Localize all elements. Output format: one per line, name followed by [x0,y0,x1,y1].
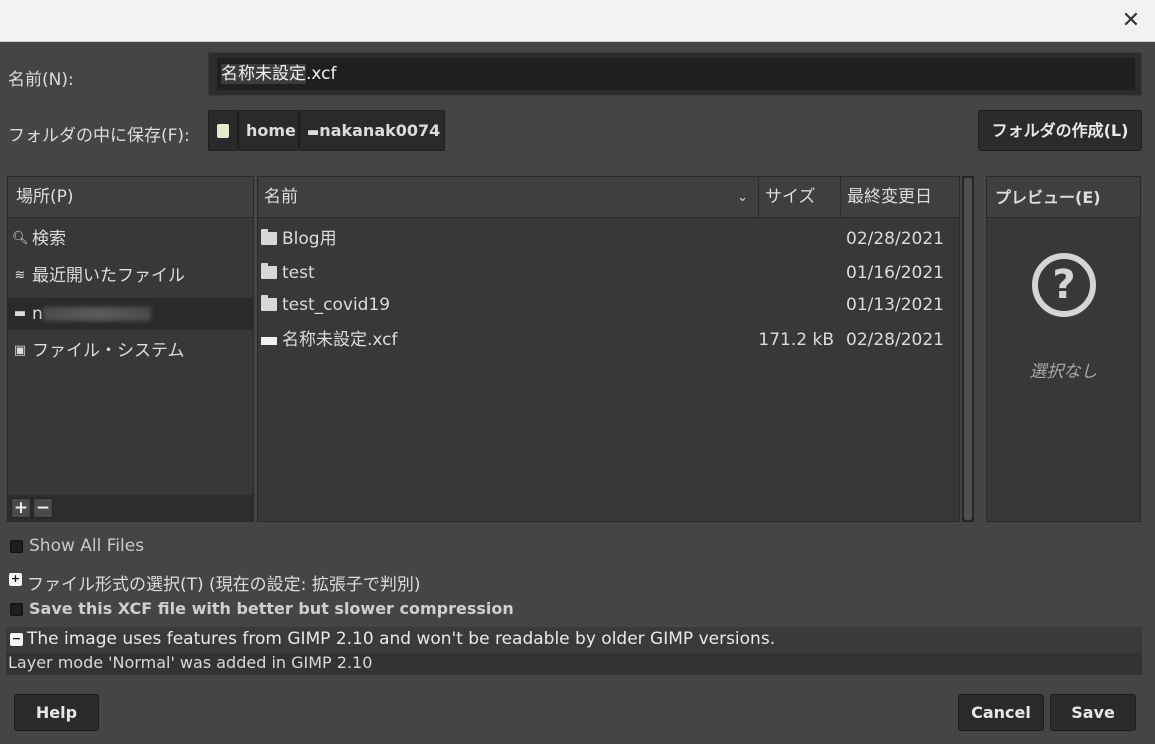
search-icon: 🔍︎ [12,231,29,246]
name-field-frame: 名称未設定.xcf [208,52,1142,96]
file-list-panel: 名前 ⌄ サイズ 最終変更日 Blog用 02/28/2021 test 01/… [257,176,960,522]
filename-input[interactable]: 名称未設定.xcf [217,58,1135,90]
folder-icon [261,263,277,279]
file-modified: 02/28/2021 [846,330,944,350]
place-search-label: 検索 [32,229,66,249]
show-all-files-label[interactable]: Show All Files [29,536,144,556]
breadcrumb-home[interactable]: home [238,110,299,151]
compression-checkbox[interactable] [10,603,23,616]
save-button[interactable]: Save [1050,694,1136,731]
chevron-down-icon: ⌄ [737,190,748,205]
image-file-icon [261,337,277,345]
column-size[interactable]: サイズ [759,177,841,218]
places-toolbar: + − [8,495,253,521]
file-list-header: 名前 ⌄ サイズ 最終変更日 [258,177,959,218]
drive-icon [217,124,229,138]
cancel-button[interactable]: Cancel [958,694,1044,731]
place-filesystem[interactable]: ▣ ファイル・システム [8,335,254,367]
breadcrumb-drive[interactable] [208,110,238,151]
folder-icon: ▬ [307,125,320,140]
file-row[interactable]: 名称未設定.xcf 171.2 kB 02/28/2021 [258,324,960,356]
file-type-expander[interactable]: ファイル形式の選択(T) (現在の設定: 拡張子で判別) [27,570,420,595]
file-name: 名称未設定.xcf [282,330,398,350]
file-modified: 01/13/2021 [846,295,944,315]
compat-detail-text: Layer mode 'Normal' was added in GIMP 2.… [8,653,373,672]
place-recent[interactable]: ≋ 最近開いたファイル [8,260,254,292]
folder-icon [261,229,277,245]
help-button[interactable]: Help [14,694,99,731]
filename-selected-text: 名称未設定 [221,64,306,84]
breadcrumb-user-folder[interactable]: ▬nakanak0074 [299,110,445,151]
close-icon[interactable]: ✕ [1119,9,1143,33]
place-recent-label: 最近開いたファイル [32,266,185,286]
compat-detail-bar: Layer mode 'Normal' was added in GIMP 2.… [6,653,1142,675]
places-header: 場所(P) [8,177,253,218]
folder-icon [261,295,277,311]
folder-icon: ▬ [13,306,27,321]
preview-panel: プレビュー(E) ? 選択なし [986,176,1141,522]
add-bookmark-button[interactable]: + [11,498,31,518]
preview-header: プレビュー(E) [987,177,1140,218]
place-filesystem-label: ファイル・システム [32,341,185,361]
collapse-minus-icon[interactable]: − [10,633,23,646]
file-name: test [282,263,315,283]
place-search[interactable]: 🔍︎ 検索 [8,223,254,255]
file-row[interactable]: test 01/16/2021 [258,257,960,289]
file-row[interactable]: test_covid19 01/13/2021 [258,289,960,321]
file-list-scrollbar[interactable] [962,176,974,522]
compat-warning-bar: − The image uses features from GIMP 2.10… [6,627,1142,653]
dialog-titlebar: ✕ [0,0,1155,42]
scrollbar-thumb[interactable] [964,178,972,520]
save-in-folder-label: フォルダの中に保存(F): [8,126,190,146]
column-name[interactable]: 名前 ⌄ [258,177,759,218]
file-name: Blog用 [282,229,337,249]
file-name: test_covid19 [282,295,391,315]
drive-icon: ▣ [13,343,27,358]
places-panel: 場所(P) 🔍︎ 検索 ≋ 最近開いたファイル ▬ n ▣ ファイル・システム + − [7,176,254,522]
file-modified: 01/16/2021 [846,263,944,283]
compat-warning-text: The image uses features from GIMP 2.10 a… [27,629,776,649]
compression-label[interactable]: Save this XCF file with better but slowe… [29,599,514,618]
preview-empty-text: 選択なし [1029,362,1098,382]
show-all-files-checkbox[interactable] [10,540,23,553]
file-modified: 02/28/2021 [846,229,944,249]
column-name-label: 名前 [264,187,298,207]
recent-icon: ≋ [14,268,26,283]
column-modified[interactable]: 最終変更日 [841,177,961,218]
create-folder-button[interactable]: フォルダの作成(L) [978,110,1142,151]
filename-extension: .xcf [306,64,337,84]
place-home-label: n [32,304,43,324]
place-home-folder[interactable]: ▬ n [8,298,254,330]
redacted-username [42,307,151,321]
remove-bookmark-button[interactable]: − [33,498,53,518]
name-label: 名前(N): [8,70,74,90]
breadcrumb-user-folder-label: nakanak0074 [319,121,441,140]
file-size: 171.2 kB [758,330,834,350]
expand-plus-icon[interactable]: + [9,573,22,586]
file-row[interactable]: Blog用 02/28/2021 [258,223,960,255]
question-icon: ? [1032,253,1096,317]
